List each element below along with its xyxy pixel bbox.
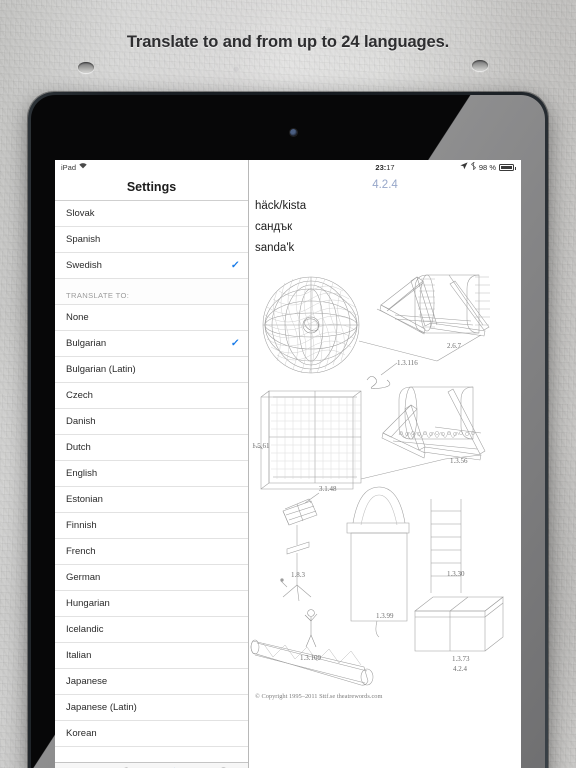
language-label: None	[66, 312, 89, 323]
figure-label-1-3-56: 1.3.56	[450, 457, 468, 465]
language-row-swedish[interactable]: Swedish ✓	[55, 253, 248, 279]
language-row-hungarian[interactable]: Hungarian	[55, 591, 248, 617]
figure-label-1-5-61: 1.5.61	[252, 442, 270, 450]
term-target: сандък	[255, 221, 293, 233]
language-row-italian[interactable]: Italian	[55, 643, 248, 669]
copyright-notice: © Copyright 1995–2011 Sttf.se theatrewor…	[255, 693, 383, 700]
screw-hole-right	[472, 60, 488, 71]
language-row-slovak[interactable]: Slovak	[55, 201, 248, 227]
figure-label-3-1-48: 3.1.48	[319, 485, 337, 493]
entry-code: 4.2.4	[372, 179, 398, 191]
tab-settings[interactable]: Settings	[152, 763, 200, 768]
language-label: Spanish	[66, 234, 101, 245]
translate-to-section-header: TRANSLATE TO:	[55, 279, 248, 305]
status-time: 23:17	[375, 163, 394, 172]
ipad-screen: iPad Settings Slovak Spanish Swedish ✓ TRANS…	[55, 160, 521, 768]
language-label: Estonian	[66, 494, 103, 505]
language-label: Danish	[66, 416, 96, 427]
figure-label-2-6-7: 2.6.7	[447, 342, 461, 350]
language-row-bulgarian[interactable]: Bulgarian ✓	[55, 331, 248, 357]
battery-percent-label: 98 %	[478, 162, 496, 172]
language-row-estonian[interactable]: Estonian	[55, 487, 248, 513]
figure-label-1-8-3: 1.8.3	[291, 571, 305, 579]
location-arrow-icon	[460, 162, 468, 172]
language-row-japanese-latin[interactable]: Japanese (Latin)	[55, 695, 248, 721]
figure-label-1-3-99: 1.3.99	[376, 612, 394, 620]
language-row-english[interactable]: English	[55, 461, 248, 487]
language-label: Hungarian	[66, 598, 110, 609]
language-row-finnish[interactable]: Finnish	[55, 513, 248, 539]
settings-nav-title: Settings	[55, 174, 248, 201]
language-row-czech[interactable]: Czech	[55, 383, 248, 409]
language-row-dutch[interactable]: Dutch	[55, 435, 248, 461]
language-row-korean[interactable]: Korean	[55, 721, 248, 747]
ios-status-bar: 23:17 98 %	[249, 160, 521, 174]
wifi-icon	[79, 163, 87, 171]
language-label: Czech	[66, 390, 93, 401]
term-source: häck/kista	[255, 200, 307, 212]
language-label: Swedish	[66, 260, 102, 271]
sidebar-status-bar: iPad	[55, 160, 248, 174]
language-label: Dutch	[66, 442, 91, 453]
language-label: Japanese (Latin)	[66, 702, 137, 713]
language-row-bulgarian-latin[interactable]: Bulgarian (Latin)	[55, 357, 248, 383]
language-label: Icelandic	[66, 624, 104, 635]
entry-detail-pane: 23:17 98 % 4.2.4 häck/kista сандък sanda…	[249, 160, 521, 768]
language-list[interactable]: Slovak Spanish Swedish ✓ TRANSLATE TO: None Bu…	[55, 201, 248, 762]
language-row-japanese[interactable]: Japanese	[55, 669, 248, 695]
checkmark-icon: ✓	[229, 260, 240, 271]
checkmark-icon: ✓	[229, 338, 240, 349]
tab-search[interactable]: Search	[103, 763, 151, 768]
language-label: Italian	[66, 650, 92, 661]
language-row-spanish[interactable]: Spanish	[55, 227, 248, 253]
figure-label-1-3-30: 1.3.30	[447, 570, 465, 578]
bluetooth-icon	[470, 160, 476, 172]
language-row-french[interactable]: French	[55, 539, 248, 565]
status-indicators: 98 %	[460, 160, 516, 172]
screw-hole-left	[78, 62, 94, 73]
figure-label-1-3-116: 1.3.116	[397, 359, 418, 367]
language-label: Bulgarian (Latin)	[66, 364, 136, 375]
illustration-svg	[250, 274, 504, 686]
carrier-label: iPad	[61, 162, 77, 172]
figure-label-4-2-4: 4.2.4	[453, 665, 467, 673]
language-row-none[interactable]: None	[55, 305, 248, 331]
language-row-german[interactable]: German	[55, 565, 248, 591]
language-row-icelandic[interactable]: Icelandic	[55, 617, 248, 643]
language-row-danish[interactable]: Danish	[55, 409, 248, 435]
tab-browse[interactable]: Browse	[55, 763, 103, 768]
tab-info[interactable]: Info	[200, 763, 248, 768]
term-target-latin: sanda'k	[255, 242, 295, 254]
tab-bar: BrowseSearchSettingsInfo	[55, 762, 248, 768]
language-label: Bulgarian	[66, 338, 107, 349]
language-label: French	[66, 546, 96, 557]
language-label: English	[66, 468, 98, 479]
figure-label-1-3-109: 1.3.109	[300, 654, 321, 662]
figure-label-1-3-73: 1.3.73	[452, 655, 470, 663]
status-time-minutes: 17	[386, 162, 395, 172]
battery-full-icon	[499, 163, 516, 171]
language-label: Korean	[66, 728, 97, 739]
page-headline: Translate to and from up to 24 languages…	[126, 33, 450, 51]
technical-illustration-plate: © Copyright 1995–2011 Sttf.se theatrewor…	[249, 263, 521, 715]
language-label: Slovak	[66, 208, 95, 219]
language-label: Japanese	[66, 676, 108, 687]
settings-sidebar: iPad Settings Slovak Spanish Swedish ✓ TRANS…	[55, 160, 249, 768]
language-label: Finnish	[66, 520, 97, 531]
language-label: German	[66, 572, 101, 583]
camera-icon	[290, 129, 297, 136]
